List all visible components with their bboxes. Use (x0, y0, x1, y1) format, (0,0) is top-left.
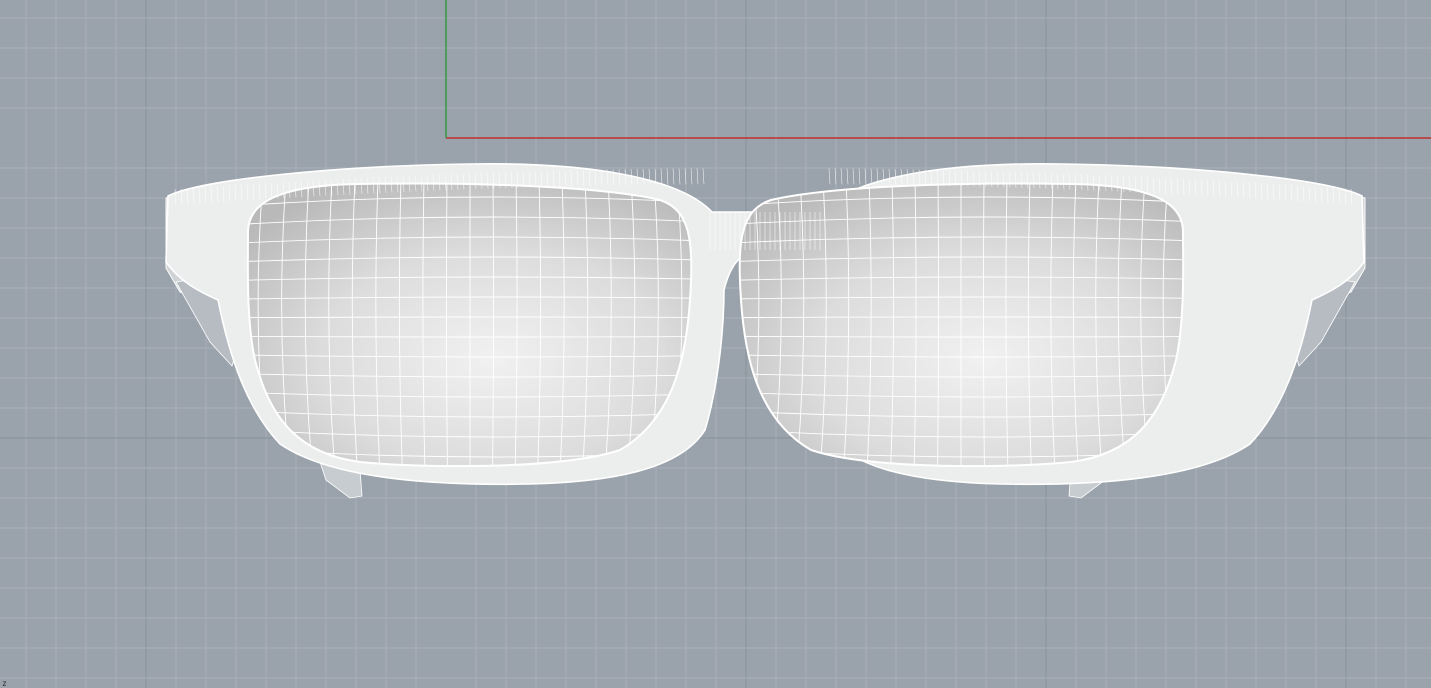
eyeglasses-wireframe-icon[interactable] (165, 163, 1366, 499)
viewport-canvas[interactable] (0, 0, 1431, 688)
corner-axis-label: z (2, 679, 7, 688)
perspective-viewport[interactable]: z (0, 0, 1431, 688)
